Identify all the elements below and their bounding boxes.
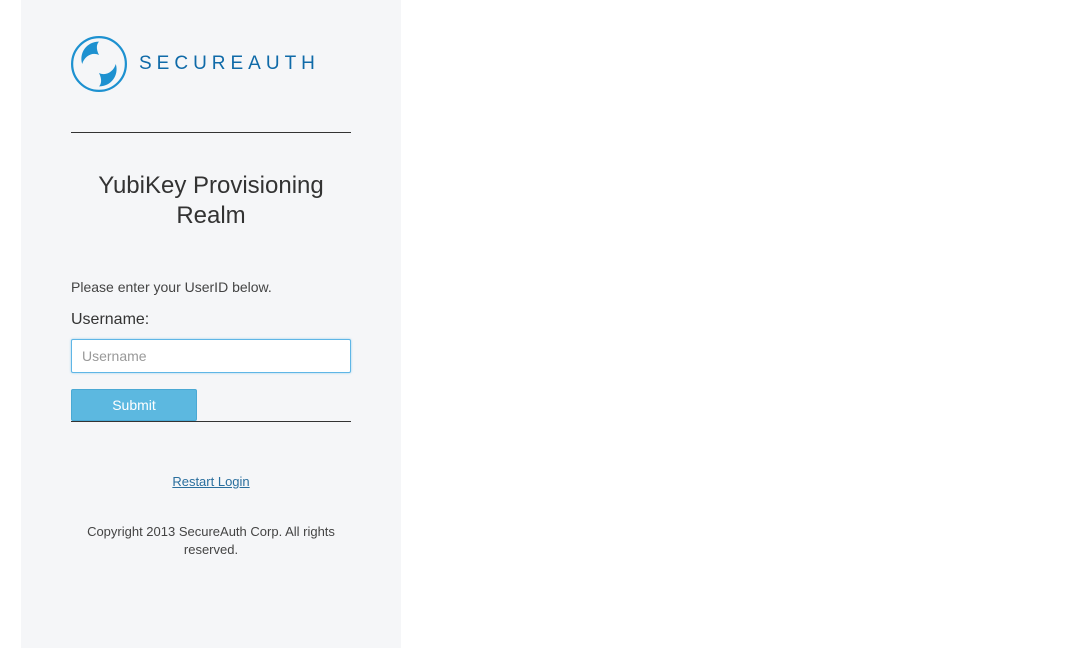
- login-panel: SECUREAUTH YubiKey Provisioning Realm Pl…: [21, 0, 401, 648]
- username-input[interactable]: [71, 339, 351, 373]
- brand-logo: SECUREAUTH: [71, 36, 371, 92]
- divider-bottom: [71, 421, 351, 422]
- brand-name: SECUREAUTH: [139, 53, 320, 75]
- divider-top: [71, 132, 351, 133]
- secureauth-logo-icon: [71, 36, 127, 92]
- username-label: Username:: [71, 311, 371, 329]
- instruction-text: Please enter your UserID below.: [71, 279, 371, 295]
- submit-button[interactable]: Submit: [71, 389, 197, 421]
- copyright-text: Copyright 2013 SecureAuth Corp. All righ…: [71, 523, 351, 559]
- page-title: YubiKey Provisioning Realm: [71, 171, 351, 231]
- restart-login-link[interactable]: Restart Login: [71, 474, 351, 489]
